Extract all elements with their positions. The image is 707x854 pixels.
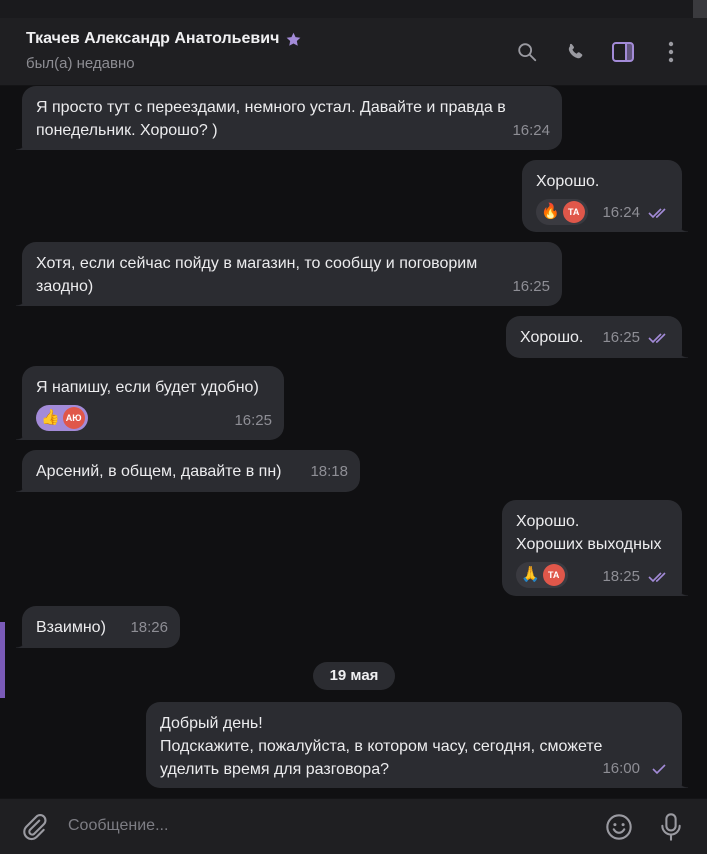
message-text: Я напишу, если будет удобно) — [36, 379, 259, 396]
reaction-pill[interactable]: 🔥 ТА — [536, 199, 588, 225]
message-time: 16:24 — [512, 122, 550, 139]
message-time: 18:26 — [130, 619, 168, 636]
message-time: 16:00 — [602, 760, 640, 777]
reactor-avatar: ТА — [562, 201, 585, 223]
message-incoming[interactable]: Хотя, если сейчас пойду в магазин, то со… — [16, 242, 562, 306]
window-top-strip — [0, 0, 707, 18]
message-time: 16:25 — [234, 412, 272, 429]
chat-header: Ткачев Александр Анатольевич был(а) неда… — [0, 18, 707, 86]
message-meta: 16:25 — [512, 275, 550, 298]
reactor-avatar: ТА — [542, 564, 565, 586]
message-time: 18:18 — [310, 463, 348, 480]
search-icon — [518, 43, 537, 62]
message-text-line: Добрый день! — [160, 715, 263, 732]
message-text-line: Подскажите, пожалуйста, в котором часу, … — [160, 738, 603, 778]
reaction-pill[interactable]: 🙏 ТА — [516, 562, 568, 588]
message-text: Хотя, если сейчас пойду в магазин, то со… — [36, 255, 478, 295]
date-separator: 19 мая — [313, 662, 395, 690]
call-button[interactable] — [561, 38, 589, 66]
message-meta: 16:25 — [234, 409, 272, 432]
message-meta: 16:25 — [602, 326, 670, 349]
message-incoming[interactable]: Я напишу, если будет удобно) 👍 АЮ 16:25 — [16, 366, 284, 440]
message-meta: 16:00 — [602, 757, 670, 780]
message-text: Арсений, в общем, давайте в пн) — [36, 463, 282, 480]
double-check-icon — [648, 207, 666, 218]
emoji-smile-icon[interactable] — [605, 813, 633, 841]
message-time: 16:24 — [602, 204, 640, 221]
sidebar-toggle-button[interactable] — [609, 38, 637, 66]
more-vertical-icon — [668, 41, 674, 63]
pray-emoji-icon: 🙏 — [521, 566, 540, 583]
premium-star-icon — [286, 32, 301, 46]
message-meta: 18:25 — [602, 565, 670, 588]
header-actions — [513, 38, 685, 66]
message-meta: 16:24 — [512, 119, 550, 142]
chat-title-row[interactable]: Ткачев Александр Анатольевич — [26, 30, 302, 48]
message-text-line: Хорошо. — [516, 513, 580, 530]
sidebar-panel-icon — [612, 42, 634, 62]
attach-paperclip-icon[interactable] — [20, 813, 48, 841]
selection-indicator — [0, 622, 5, 698]
fire-emoji-icon: 🔥 — [541, 203, 560, 220]
message-incoming[interactable]: Арсений, в общем, давайте в пн) 18:18 — [16, 450, 360, 492]
message-incoming[interactable]: Я просто тут с переездами, немного устал… — [16, 86, 562, 150]
message-incoming[interactable]: Взаимно) 18:26 — [16, 606, 180, 648]
message-time: 18:25 — [602, 568, 640, 585]
message-time: 16:25 — [602, 329, 640, 346]
search-button[interactable] — [513, 38, 541, 66]
window-scroll-corner — [693, 0, 707, 18]
message-outgoing[interactable]: Добрый день! Подскажите, пожалуйста, в к… — [146, 702, 688, 788]
reaction-pill[interactable]: 👍 АЮ — [36, 405, 88, 431]
single-check-icon — [652, 763, 666, 774]
double-check-icon — [648, 332, 666, 343]
microphone-icon[interactable] — [657, 812, 685, 842]
message-outgoing[interactable]: Хорошо. 16:25 — [506, 316, 688, 358]
reactor-avatar: АЮ — [62, 407, 85, 429]
message-time: 16:25 — [512, 278, 550, 295]
message-list[interactable]: Я просто тут с переездами, немного устал… — [0, 86, 707, 798]
thumbs-up-emoji-icon: 👍 — [41, 409, 60, 426]
message-meta: 16:24 — [602, 201, 670, 224]
message-meta: 18:18 — [310, 460, 348, 483]
message-outgoing[interactable]: Хорошо. Хороших выходных 🙏 ТА 18:25 — [502, 500, 688, 596]
message-outgoing[interactable]: Хорошо. 🔥 ТА 16:24 — [522, 160, 688, 232]
message-meta: 18:26 — [130, 616, 168, 639]
contact-name[interactable]: Ткачев Александр Анатольевич — [26, 30, 279, 48]
phone-icon — [568, 43, 583, 59]
message-input[interactable]: Сообщение... — [68, 817, 168, 835]
double-check-icon — [648, 571, 666, 582]
message-composer: Сообщение... — [0, 798, 707, 854]
contact-status: был(а) недавно — [26, 55, 135, 72]
message-text: Хорошо. — [536, 173, 600, 190]
more-menu-button[interactable] — [657, 38, 685, 66]
message-text: Я просто тут с переездами, немного устал… — [36, 99, 506, 139]
message-text-line: Хороших выходных — [516, 536, 662, 553]
